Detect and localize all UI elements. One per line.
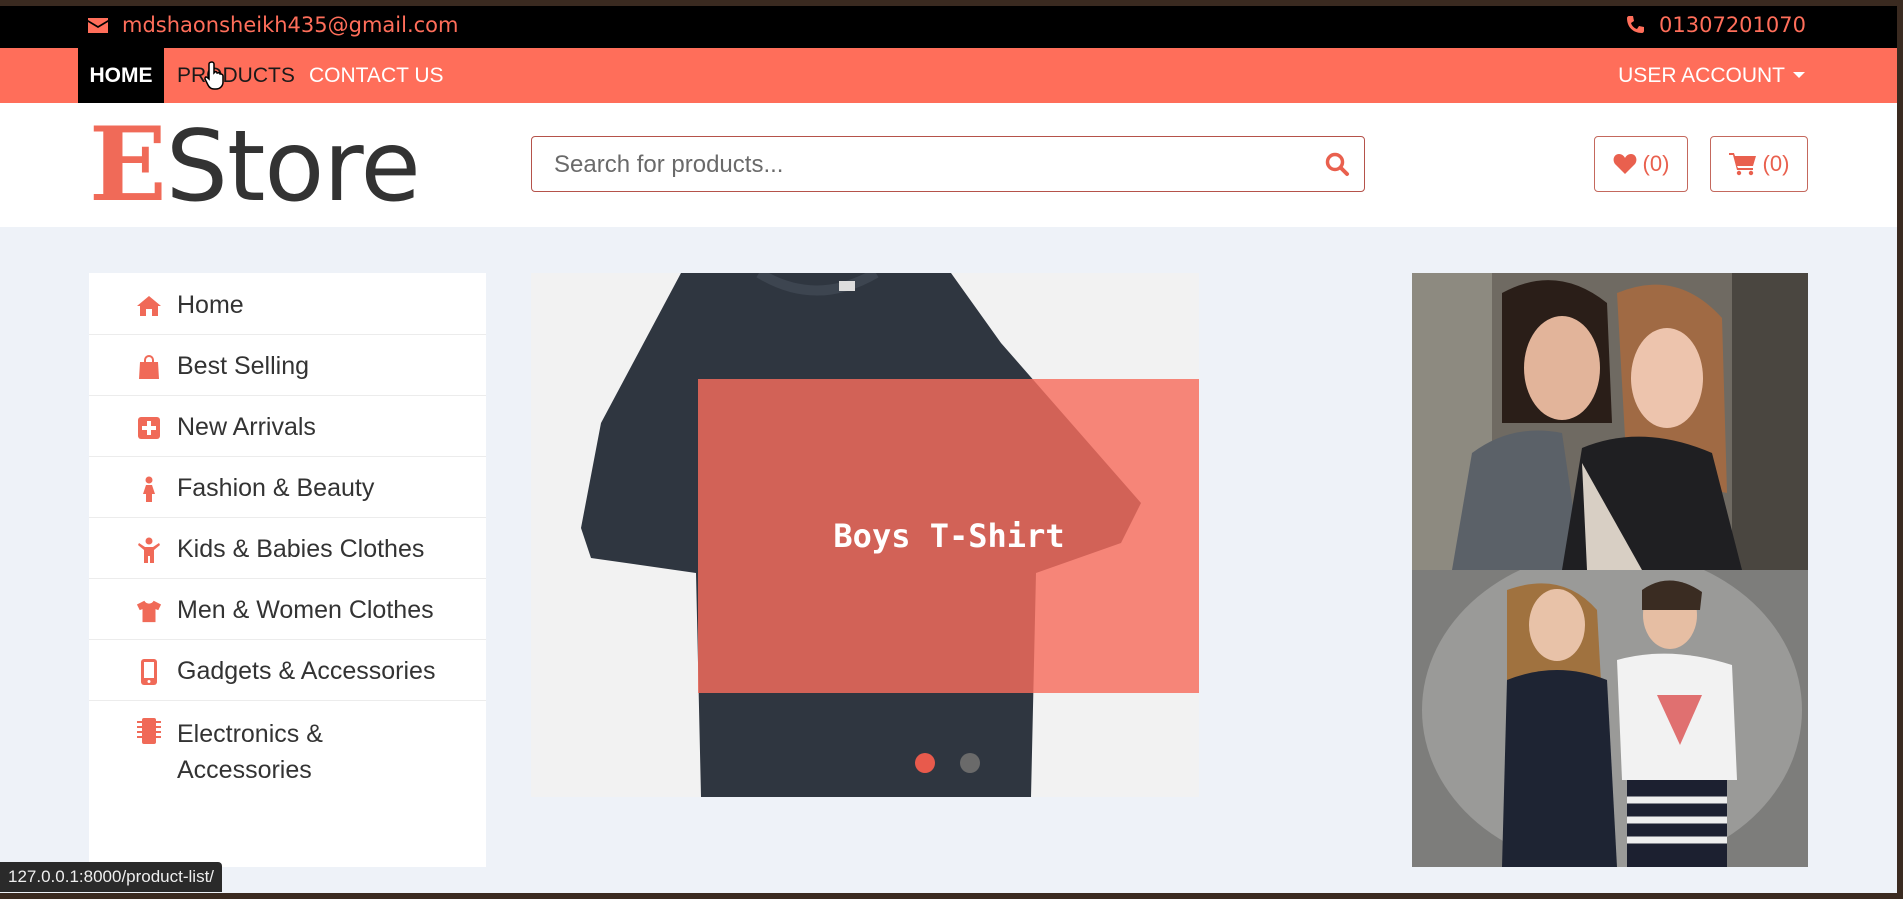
sidebar-item-men-women[interactable]: Men & Women Clothes (89, 578, 486, 640)
plus-square-icon (136, 415, 162, 441)
main-navbar: HOME PRODUCTS CONTACT US USER ACCOUNT (0, 48, 1897, 103)
contact-email[interactable]: mdshaonsheikh435@gmail.com (88, 13, 458, 37)
home-icon (136, 293, 162, 319)
sidebar-item-label: Electronics & Accessories (177, 720, 323, 784)
mobile-icon (136, 659, 162, 685)
sidebar-item-label: Fashion & Beauty (177, 474, 375, 502)
heart-icon (1613, 154, 1636, 174)
nav-products[interactable]: PRODUCTS (177, 48, 295, 103)
carousel-indicator-1[interactable] (915, 753, 935, 773)
carousel-indicator-2[interactable] (960, 753, 980, 773)
promo-image-kids[interactable] (1412, 570, 1808, 867)
status-bar-url: 127.0.0.1:8000/product-list/ (0, 862, 223, 892)
sidebar-item-label: Home (177, 291, 244, 319)
category-sidebar: Home Best Selling New Arrivals Fashion &… (89, 273, 486, 867)
tshirt-icon (136, 598, 162, 624)
carousel-caption: Boys T-Shirt (698, 379, 1199, 693)
sidebar-item-fashion-beauty[interactable]: Fashion & Beauty (89, 456, 486, 518)
browser-viewport: mdshaonsheikh435@gmail.com 01307201070 H… (0, 6, 1897, 893)
cart-icon (1728, 153, 1756, 176)
hero-carousel[interactable]: Boys T-Shirt (531, 273, 1199, 797)
sidebar-item-label: Best Selling (177, 352, 310, 380)
nav-home[interactable]: HOME (78, 48, 164, 103)
wishlist-count: (0) (1642, 151, 1670, 176)
carousel-caption-text: Boys T-Shirt (833, 517, 1065, 555)
sidebar-item-label: Kids & Babies Clothes (177, 535, 425, 563)
user-account-dropdown[interactable]: USER ACCOUNT (1618, 48, 1805, 103)
sidebar-item-label: Men & Women Clothes (177, 596, 434, 624)
site-logo[interactable]: EStore (89, 105, 421, 227)
cart-count: (0) (1762, 151, 1790, 176)
phone-text: 01307201070 (1659, 13, 1806, 37)
promo-image-fashion-women[interactable] (1412, 273, 1808, 570)
hand-cursor-icon (204, 61, 224, 90)
child-icon (136, 537, 162, 563)
search-icon[interactable] (1324, 151, 1350, 177)
search-input[interactable] (552, 137, 1316, 192)
logo-initial: E (89, 105, 167, 225)
microchip-icon (136, 718, 162, 744)
wishlist-button[interactable]: (0) (1594, 136, 1688, 192)
sidebar-item-gadgets[interactable]: Gadgets & Accessories (89, 639, 486, 701)
nav-contact-us[interactable]: CONTACT US (309, 48, 444, 103)
email-text: mdshaonsheikh435@gmail.com (122, 13, 459, 37)
top-info-bar: mdshaonsheikh435@gmail.com 01307201070 (0, 6, 1897, 48)
site-header: EStore (0) (0) (0, 103, 1897, 227)
logo-text: Store (165, 110, 421, 224)
user-account-label: USER ACCOUNT (1618, 64, 1785, 87)
women-fashion-photo (1412, 273, 1808, 570)
search-bar (531, 136, 1365, 192)
contact-phone[interactable]: 01307201070 (1625, 13, 1806, 37)
sidebar-item-home[interactable]: Home (89, 273, 486, 335)
caret-down-icon (1793, 71, 1805, 78)
sidebar-item-new-arrivals[interactable]: New Arrivals (89, 395, 486, 457)
shopping-bag-icon (136, 354, 162, 380)
sidebar-item-kids-babies[interactable]: Kids & Babies Clothes (89, 517, 486, 579)
sidebar-item-label: New Arrivals (177, 413, 316, 441)
female-icon (136, 476, 162, 502)
sidebar-item-label: Gadgets & Accessories (177, 657, 436, 685)
envelope-icon (88, 17, 108, 33)
kids-fashion-photo (1412, 570, 1808, 867)
sidebar-item-electronics[interactable]: Electronics & Accessories (89, 700, 486, 796)
cart-button[interactable]: (0) (1710, 136, 1808, 192)
phone-icon (1627, 16, 1645, 33)
sidebar-item-best-selling[interactable]: Best Selling (89, 334, 486, 396)
